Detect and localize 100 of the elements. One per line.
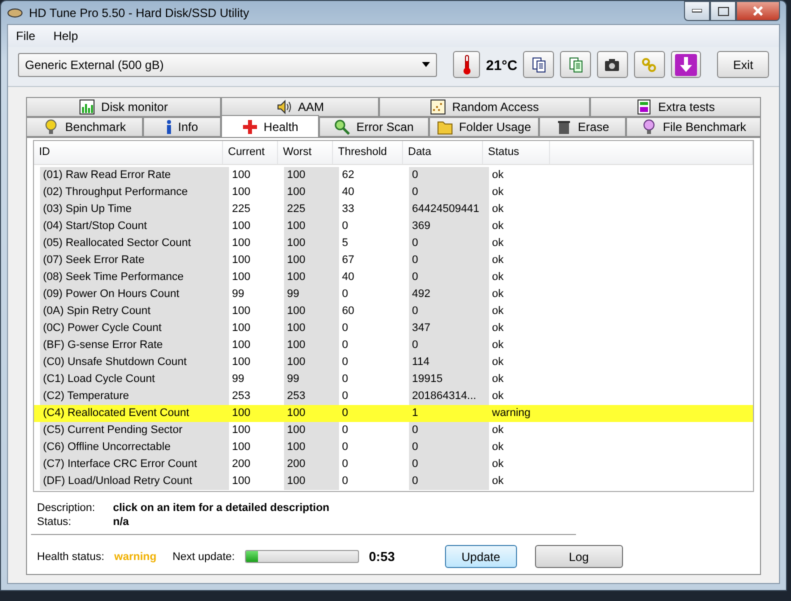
- table-cell-text: 100: [231, 219, 252, 234]
- table-row[interactable]: (04) Start/Stop Count 100 100 0 369 ok: [34, 218, 753, 235]
- tab[interactable]: AAM: [221, 97, 379, 117]
- table-cell: 100: [284, 473, 339, 490]
- table-row[interactable]: (DF) Load/Unload Retry Count 100 100 0 0 ok: [34, 473, 753, 490]
- maximize-icon: [718, 6, 728, 16]
- table-cell: 253: [284, 388, 339, 405]
- table-cell-text: 0: [341, 355, 350, 370]
- table-cell-text: (C4) Reallocated Event Count: [42, 406, 190, 421]
- table-cell: 100: [284, 422, 339, 439]
- table-cell-text: ok: [491, 270, 505, 285]
- tab[interactable]: Extra tests: [590, 97, 761, 117]
- table-cell: 0: [409, 184, 489, 201]
- table-cell-text: 100: [231, 236, 252, 251]
- table-row[interactable]: (09) Power On Hours Count 99 99 0 492 ok: [34, 286, 753, 303]
- drive-dropdown[interactable]: Generic External (500 gB): [18, 52, 438, 76]
- footer-button[interactable]: Update: [444, 545, 517, 568]
- bar-chart-icon: [79, 99, 96, 115]
- toolbar-button[interactable]: [560, 51, 591, 78]
- table-row[interactable]: (02) Throughput Performance 100 100 40 0 ok: [34, 184, 753, 201]
- tab[interactable]: Folder Usage: [429, 117, 539, 137]
- close-icon: [753, 6, 763, 16]
- menu-item[interactable]: File: [16, 29, 36, 43]
- table-cell-text: ok: [491, 168, 505, 183]
- table-row[interactable]: (C2) Temperature 253 253 0 201864314... ok: [34, 388, 753, 405]
- detail-value: n/a: [113, 516, 130, 528]
- table-cell: 0: [409, 303, 489, 320]
- lightbulb-icon: [43, 119, 60, 135]
- table-row[interactable]: (C5) Current Pending Sector 100 100 0 0 ok: [34, 422, 753, 439]
- table-row[interactable]: (C0) Unsafe Shutdown Count 100 100 0 114 ok: [34, 354, 753, 371]
- detail-label: Status:: [37, 516, 72, 528]
- table-cell: (C2) Temperature: [40, 388, 229, 405]
- tab[interactable]: Random Access: [379, 97, 590, 117]
- tab[interactable]: File Benchmark: [626, 117, 761, 137]
- window-title: HD Tune Pro 5.50 - Hard Disk/SSD Utility: [29, 6, 250, 20]
- table-row[interactable]: (07) Seek Error Rate 100 100 67 0 ok: [34, 252, 753, 269]
- table-cell-text: 0: [341, 457, 350, 472]
- tab[interactable]: Health: [221, 115, 319, 137]
- table-cell: 347: [409, 320, 489, 337]
- table-cell-text: 100: [231, 406, 252, 421]
- table-cell: 0: [409, 439, 489, 456]
- table-cell-text: 62: [341, 168, 356, 183]
- table-cell: (C1) Load Cycle Count: [40, 371, 229, 388]
- table-row[interactable]: (0A) Spin Retry Count 100 100 60 0 ok: [34, 303, 753, 320]
- toolbar-button[interactable]: [523, 51, 554, 78]
- table-cell: 225: [284, 201, 339, 218]
- minimize-button[interactable]: [684, 1, 710, 21]
- table-cell-text: 99: [231, 287, 246, 302]
- table-cell: (BF) G-sense Error Rate: [40, 337, 229, 354]
- table-cell-text: 0: [341, 219, 350, 234]
- table-row[interactable]: (C7) Interface CRC Error Count 200 200 0 0 ok: [34, 456, 753, 473]
- table-row[interactable]: (0C) Power Cycle Count 100 100 0 347 ok: [34, 320, 753, 337]
- table-row[interactable]: (C1) Load Cycle Count 99 99 0 19915 ok: [34, 371, 753, 388]
- table-row[interactable]: (03) Spin Up Time 225 225 33 64424509441 ok: [34, 201, 753, 218]
- tab[interactable]: Disk monitor: [26, 97, 221, 117]
- column-header[interactable]: ID: [34, 141, 223, 164]
- table-cell-text: 0: [341, 474, 350, 489]
- table-cell: 0: [409, 456, 489, 473]
- highlighted-row[interactable]: (C4) Reallocated Event Count 100 100 0 1 warning: [34, 405, 753, 422]
- tab[interactable]: Error Scan: [319, 117, 429, 137]
- table-row[interactable]: (01) Raw Read Error Rate 100 100 62 0 ok: [34, 167, 753, 184]
- table-cell-text: 100: [231, 253, 252, 268]
- column-header[interactable]: Data: [403, 141, 483, 164]
- table-cell-text: ok: [491, 372, 505, 387]
- tab[interactable]: Benchmark: [26, 117, 143, 137]
- table-cell-text: ok: [491, 474, 505, 489]
- table-cell-text: warning: [491, 406, 532, 421]
- table-cell: (C7) Interface CRC Error Count: [40, 456, 229, 473]
- column-header[interactable]: Status: [483, 141, 550, 164]
- tab[interactable]: Info: [143, 117, 221, 137]
- toolbar-button[interactable]: [670, 51, 702, 78]
- table-cell-text: ok: [491, 338, 505, 353]
- column-header[interactable]: Threshold: [333, 141, 403, 164]
- table-cell-text: 100: [231, 185, 252, 200]
- close-button[interactable]: [736, 1, 780, 21]
- table-cell-text: 33: [341, 202, 356, 217]
- table-cell-text: ok: [491, 423, 505, 438]
- column-header[interactable]: Worst: [278, 141, 333, 164]
- table-cell-text: 100: [231, 423, 252, 438]
- table-row[interactable]: (BF) G-sense Error Rate 100 100 0 0 ok: [34, 337, 753, 354]
- table-row[interactable]: (C6) Offline Uncorrectable 100 100 0 0 ok: [34, 439, 753, 456]
- table-cell-text: 100: [231, 321, 252, 336]
- toolbar-button[interactable]: [596, 51, 628, 78]
- minimize-icon: [692, 9, 702, 13]
- menu-item[interactable]: Help: [53, 29, 78, 43]
- table-row[interactable]: (08) Seek Time Performance 100 100 40 0 ok: [34, 269, 753, 286]
- table-cell: 100: [284, 167, 339, 184]
- footer-button[interactable]: Log: [534, 545, 623, 568]
- table-cell-text: 0: [341, 423, 350, 438]
- table-cell-text: 0: [341, 321, 350, 336]
- maximize-button[interactable]: [710, 1, 736, 21]
- table-cell: 0: [409, 235, 489, 252]
- column-header[interactable]: Current: [223, 141, 278, 164]
- thermometer-button[interactable]: [453, 51, 480, 78]
- table-cell: 99: [284, 371, 339, 388]
- table-cell-text: ok: [491, 287, 505, 302]
- tab[interactable]: Erase: [539, 117, 626, 137]
- table-row[interactable]: (05) Reallocated Sector Count 100 100 5 0 ok: [34, 235, 753, 252]
- scatter-plot-icon: [430, 99, 446, 115]
- exit-button[interactable]: Exit: [717, 51, 769, 78]
